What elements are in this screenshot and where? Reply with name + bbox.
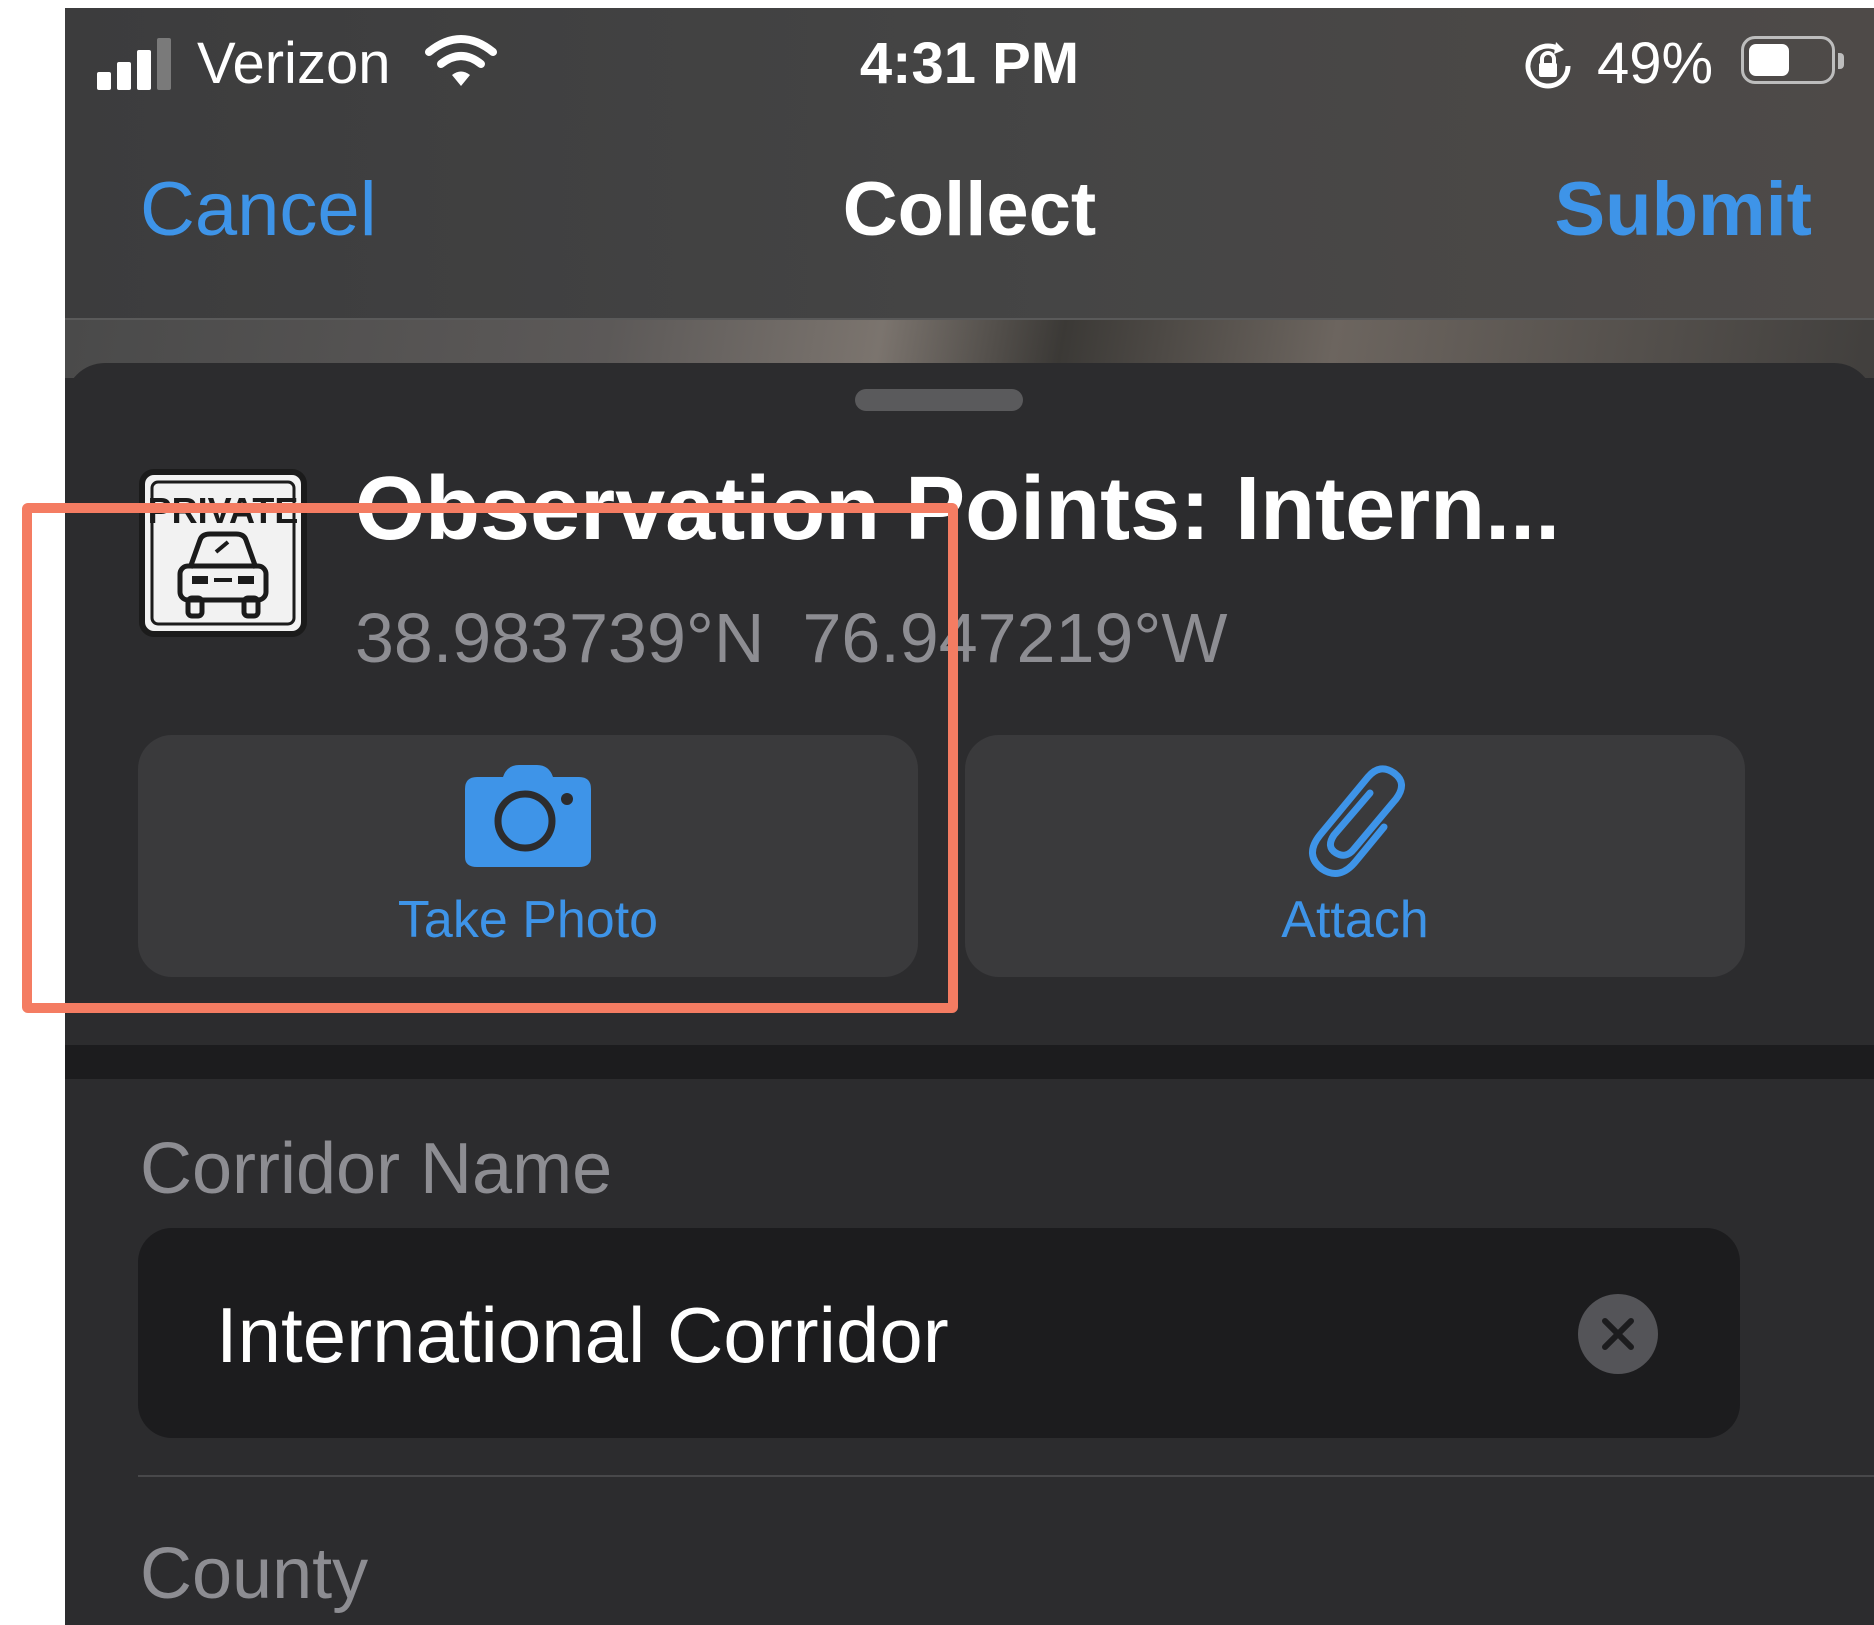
submit-button[interactable]: Submit <box>1554 166 1812 253</box>
corridor-name-field[interactable]: International Corridor <box>138 1228 1740 1438</box>
corridor-name-value: International Corridor <box>216 1291 949 1379</box>
navigation-bar: Cancel Collect Submit <box>65 148 1874 268</box>
status-bar: Verizon 4:31 PM 49% <box>65 8 1874 118</box>
close-icon <box>1602 1318 1634 1350</box>
county-label: County <box>140 1534 369 1614</box>
nav-divider <box>65 318 1874 320</box>
corridor-name-label: Corridor Name <box>140 1129 613 1209</box>
attach-label: Attach <box>1281 891 1429 949</box>
clear-field-button[interactable] <box>1578 1294 1658 1374</box>
highlight-box <box>22 503 958 1013</box>
sheet-grabber-handle[interactable] <box>855 389 1023 411</box>
battery-icon <box>1741 36 1844 84</box>
section-separator <box>65 1045 1874 1079</box>
orientation-lock-icon <box>1525 42 1571 89</box>
battery-percentage: 49% <box>1597 31 1714 96</box>
field-divider <box>138 1475 1874 1477</box>
paperclip-icon <box>1309 765 1405 877</box>
attach-button[interactable]: Attach <box>965 735 1745 977</box>
